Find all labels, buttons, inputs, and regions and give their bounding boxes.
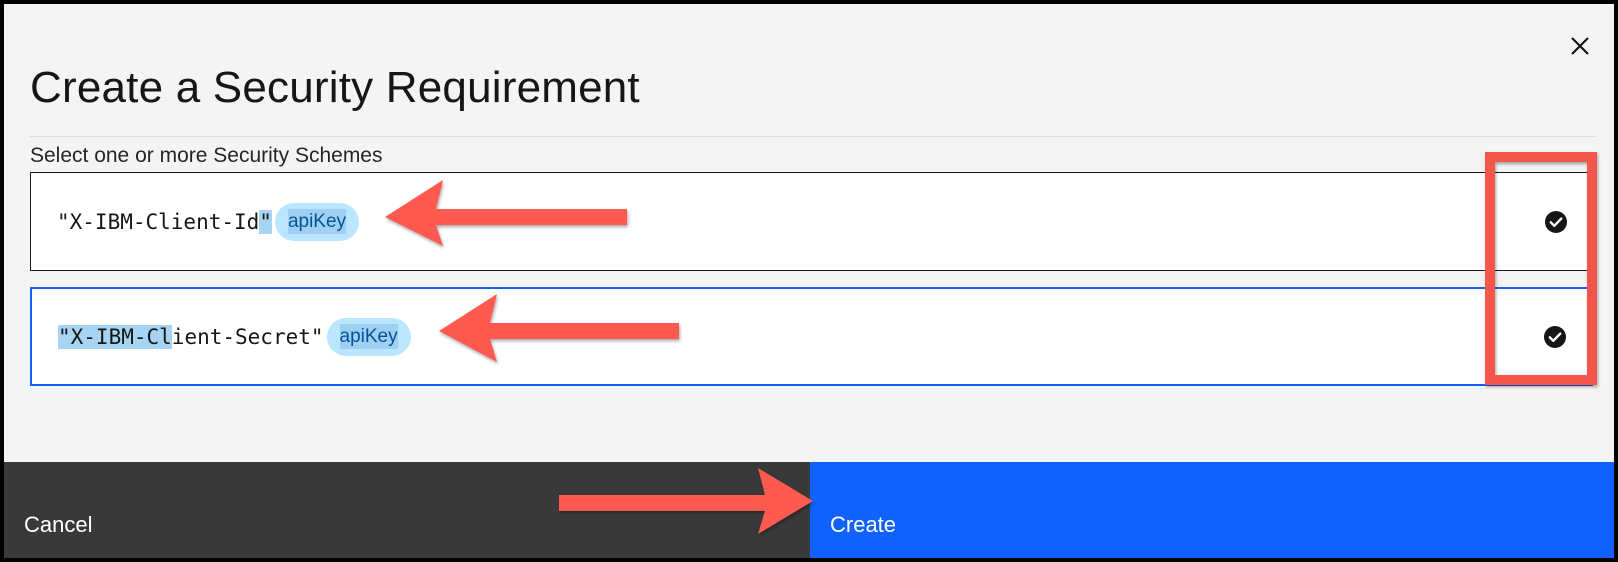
text-selection: " [259,209,272,234]
schemes-label: Select one or more Security Schemes [30,144,383,167]
text-selection: "X-IBM-Cl [58,324,172,349]
divider [30,136,1595,137]
scheme-name-text: "X-IBM-Client-Id [57,209,260,234]
dialog-footer: Cancel Create [4,462,1614,558]
scheme-name: "X-IBM-Client-Id" [57,209,272,234]
scheme-option-content: "X-IBM-Client-Secret" apiKey [58,317,411,356]
scheme-option-client-secret[interactable]: "X-IBM-Client-Secret" apiKey [30,287,1593,386]
scheme-type-label: apiKey [339,323,398,349]
scheme-name: "X-IBM-Client-Secret" [58,324,324,349]
scheme-option-content: "X-IBM-Client-Id" apiKey [57,202,360,241]
close-button[interactable] [1564,30,1596,62]
checkmark-filled-icon [1545,210,1567,233]
scheme-option-client-id[interactable]: "X-IBM-Client-Id" apiKey [30,172,1593,271]
checkmark-filled-icon [1544,325,1566,348]
scheme-name-text: ient-Secret" [171,324,324,349]
close-icon [1571,37,1589,55]
cancel-button[interactable]: Cancel [4,462,810,558]
scheme-type-tag: apiKey [326,317,411,356]
dialog-title: Create a Security Requirement [30,63,640,112]
scheme-type-label: apiKey [287,208,347,234]
security-requirement-dialog: Create a Security Requirement Select one… [0,0,1618,562]
scheme-type-tag: apiKey [274,202,360,241]
create-button[interactable]: Create [810,462,1614,558]
